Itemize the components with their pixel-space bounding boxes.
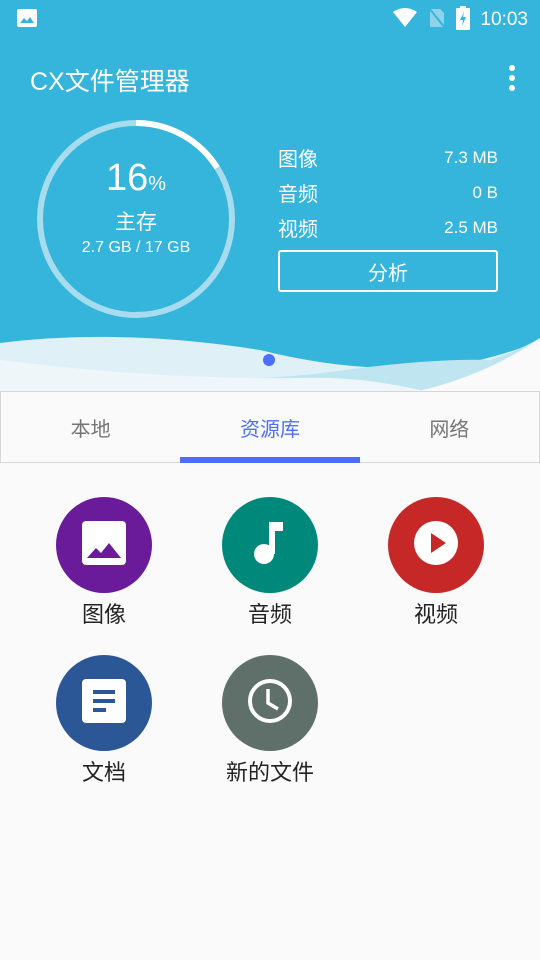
category-label: 图像 bbox=[81, 603, 126, 628]
no-sim-icon bbox=[428, 7, 447, 33]
clock-time: 10:03 bbox=[480, 9, 528, 30]
more-options-button[interactable] bbox=[504, 62, 520, 94]
category-icon-circle bbox=[56, 655, 152, 751]
more-vert-dot bbox=[509, 85, 515, 91]
stat-value: 7.3 MB bbox=[444, 147, 498, 167]
category-recent[interactable]: 新的文件 bbox=[200, 655, 340, 787]
media-stats: 图像 7.3 MB 音频 0 B 视频 2.5 MB bbox=[278, 140, 498, 245]
tab-local[interactable]: 本地 bbox=[1, 392, 180, 462]
stat-row-video: 视频 2.5 MB bbox=[278, 210, 498, 245]
image-notification-icon bbox=[16, 8, 38, 32]
category-label: 新的文件 bbox=[225, 761, 314, 786]
music-note-icon bbox=[252, 520, 288, 570]
tab-network[interactable]: 网络 bbox=[360, 392, 539, 462]
storage-percent: 16% bbox=[36, 157, 236, 200]
category-label: 音频 bbox=[247, 603, 292, 628]
category-icon-circle bbox=[56, 497, 152, 593]
stat-row-images: 图像 7.3 MB bbox=[278, 140, 498, 175]
document-icon bbox=[82, 679, 126, 727]
category-documents[interactable]: 文档 bbox=[34, 655, 174, 787]
stat-label: 音频 bbox=[278, 182, 318, 206]
percent-sign: % bbox=[148, 173, 167, 195]
header: 10:03 CX文件管理器 16% 主存 2.7 GB / 17 GB 图像 7… bbox=[0, 0, 540, 400]
storage-ring[interactable]: 16% 主存 2.7 GB / 17 GB bbox=[36, 119, 236, 319]
clock-icon bbox=[247, 678, 293, 728]
category-video[interactable]: 视频 bbox=[366, 497, 506, 629]
tab-library[interactable]: 资源库 bbox=[180, 392, 359, 462]
stat-value: 2.5 MB bbox=[444, 217, 498, 237]
more-vert-icon bbox=[509, 65, 515, 71]
category-icon-circle bbox=[388, 497, 484, 593]
page-indicator-dot bbox=[263, 354, 275, 366]
battery-charging-icon bbox=[456, 6, 471, 34]
wifi-icon bbox=[392, 8, 418, 32]
storage-size: 2.7 GB / 17 GB bbox=[81, 239, 191, 256]
image-icon bbox=[82, 521, 126, 569]
category-icon-circle bbox=[222, 497, 318, 593]
analyze-button[interactable]: 分析 bbox=[278, 250, 498, 292]
tab-bar: 本地 资源库 网络 bbox=[0, 391, 540, 463]
stat-row-audio: 音频 0 B bbox=[278, 175, 498, 210]
category-audio[interactable]: 音频 bbox=[200, 497, 340, 629]
category-label: 视频 bbox=[413, 603, 458, 628]
tab-indicator bbox=[180, 457, 360, 463]
storage-percent-value: 16 bbox=[105, 157, 149, 199]
category-images[interactable]: 图像 bbox=[34, 497, 174, 629]
stat-label: 视频 bbox=[278, 217, 318, 241]
stat-value: 0 B bbox=[472, 182, 498, 202]
storage-label: 主存 bbox=[115, 210, 157, 234]
status-bar: 10:03 bbox=[0, 0, 540, 36]
more-vert-dot bbox=[509, 75, 515, 81]
app-title: CX文件管理器 bbox=[30, 68, 190, 96]
category-label: 文档 bbox=[81, 761, 126, 786]
play-circle-icon bbox=[414, 521, 458, 569]
stat-label: 图像 bbox=[278, 147, 318, 171]
category-icon-circle bbox=[222, 655, 318, 751]
